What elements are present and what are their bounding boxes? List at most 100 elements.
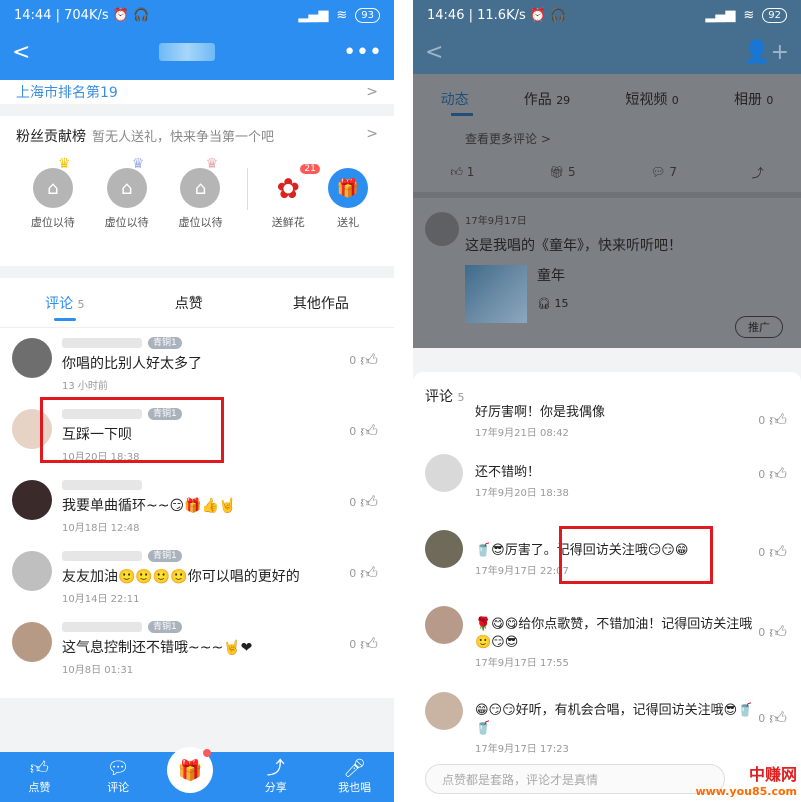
avatar[interactable] xyxy=(12,622,52,662)
tab-works[interactable]: 作品 29 xyxy=(524,89,570,109)
status-time: 14:46 xyxy=(427,7,465,23)
feed-like-button[interactable]: 👍︎ 1 xyxy=(450,165,474,180)
level-badge: 青铜1 xyxy=(148,550,182,562)
avatar[interactable] xyxy=(12,338,52,378)
more-button[interactable]: ••• xyxy=(343,40,382,65)
active-tab-indicator xyxy=(54,318,76,321)
comment-action-button[interactable]: 💬︎ 评论 xyxy=(88,759,148,795)
battery-icon: 92 xyxy=(762,7,787,23)
level-badge: 青铜1 xyxy=(148,337,182,349)
comment-item: 还不错哟！ 17年9月20日 18:38 0 👍︎ xyxy=(413,454,801,526)
like-button[interactable]: 0 👍︎ xyxy=(349,492,378,513)
bottom-action-bar: 👍︎ 点赞 💬︎ 评论 🎁 ⤴ 分享 🎤︎ 我也唱 xyxy=(0,747,394,802)
rank-text: 上海市排名第19 xyxy=(16,85,118,101)
feed-gift-button[interactable]: 🎁︎ 5 xyxy=(549,165,576,179)
tab-feed[interactable]: 动态 xyxy=(441,89,469,109)
comment-time: 17年9月21日 08:42 xyxy=(475,428,569,439)
avatar[interactable] xyxy=(425,530,463,568)
battery-icon: 93 xyxy=(355,7,380,23)
comment-item: 青铜1 你唱的比别人好太多了 13 小时前 0 👍︎ xyxy=(0,328,394,399)
post-text: 这是我唱的《童年》，快来听听吧！ xyxy=(465,238,682,254)
thumbs-up-icon: 👍︎ xyxy=(29,758,49,779)
comment-item: 😁😏😏好听，有机会合唱，记得回访关注哦😎🥤🥤 17年9月17日 17:23 0 👍… xyxy=(413,684,801,770)
song-name: 童年 xyxy=(537,268,565,284)
tab-likes[interactable]: 点赞 xyxy=(175,293,203,313)
fan-seat-3[interactable]: ♛ ⌂ 虚位以待 xyxy=(164,156,238,230)
crown-bronze-icon: ♛ xyxy=(205,156,219,172)
tab-videos[interactable]: 短视频 0 xyxy=(625,89,678,109)
tab-album-label: 相册 xyxy=(733,92,762,108)
like-button[interactable]: 0 👍︎ xyxy=(758,464,787,485)
comment-icon: 💬︎ xyxy=(650,165,666,179)
like-button[interactable]: 0 👍︎ xyxy=(758,622,787,643)
avatar[interactable] xyxy=(12,480,52,520)
fan-seat-1[interactable]: ♛ ⌂ 虚位以待 xyxy=(16,156,90,230)
like-count: 0 xyxy=(758,414,766,427)
fans-subtitle: 暂无人送礼，快来争当第一个吧 xyxy=(92,130,275,145)
avatar[interactable] xyxy=(425,454,463,492)
feed-post: 17年9月17日 这是我唱的《童年》，快来听听吧！ 童年 🎧︎ 15 推广 xyxy=(413,198,801,348)
sheet-title: 评论 xyxy=(425,389,453,405)
rank-row[interactable]: 上海市排名第19 > xyxy=(0,80,394,104)
sofa-icon: ⌂ xyxy=(32,168,73,208)
send-gift-button[interactable]: 🎁 送礼 xyxy=(318,168,378,230)
feed-share-button[interactable]: ⤴ xyxy=(752,164,764,181)
comment-input[interactable]: 点赞都是套路，评论才是真情 xyxy=(425,764,725,794)
feed-comment-button[interactable]: 💬︎ 7 xyxy=(650,165,677,179)
like-button[interactable]: 0 👍︎ xyxy=(349,563,378,584)
center-gift-button[interactable]: 🎁 xyxy=(166,747,227,793)
status-bar: 14:46 | 11.6K/s ⏰ 🎧 ▂▄▆ ≋ 92 xyxy=(413,0,801,30)
gift-icon: 🎁 xyxy=(166,747,213,793)
blurred-username xyxy=(62,480,142,490)
avatar[interactable] xyxy=(12,551,52,591)
promote-button[interactable]: 推广 xyxy=(735,316,783,338)
share-action-button[interactable]: ⤴ 分享 xyxy=(246,759,306,795)
tab-comments[interactable]: 评论 5 xyxy=(45,293,84,313)
fan-seat-2[interactable]: ♛ ⌂ 虚位以待 xyxy=(90,156,164,230)
left-phone-screen: 14:44 | 704K/s ⏰ 🎧 ▂▄▆ ≋ 93 < ••• 上海市排名第… xyxy=(0,0,394,802)
add-user-icon[interactable]: 👤+ xyxy=(743,40,789,65)
sofa-icon: ⌂ xyxy=(106,168,147,208)
avatar[interactable] xyxy=(425,212,459,246)
tab-comments-label: 评论 xyxy=(45,295,74,312)
send-flower-label: 送鲜花 xyxy=(271,216,305,229)
song-card[interactable]: 童年 🎧︎ 15 xyxy=(465,265,787,323)
like-button[interactable]: 0 👍︎ xyxy=(349,350,378,371)
comment-item: 🌹😋😋给你点歌赞，不错加油！记得回访关注哦🙂😏😎 17年9月17日 17:55 … xyxy=(413,598,801,684)
back-button[interactable]: < xyxy=(12,40,30,65)
thumbs-up-icon: 👍︎ xyxy=(769,411,787,431)
microphone-icon: 🎤︎ xyxy=(343,758,366,779)
avatar[interactable] xyxy=(425,692,463,730)
send-flower-button[interactable]: 21 ✿ 送鲜花 xyxy=(258,164,320,230)
sing-too-button[interactable]: 🎤︎ 我也唱 xyxy=(325,759,385,795)
comment-text: 这气息控制还不错哦~~~🤘❤ xyxy=(62,640,253,656)
like-button[interactable]: 0 👍︎ xyxy=(349,634,378,655)
like-count: 0 xyxy=(758,626,766,639)
like-button[interactable]: 0 👍︎ xyxy=(349,421,378,442)
signal-icon: ▂▄▆ xyxy=(298,7,329,23)
thumbs-up-icon: 👍︎ xyxy=(360,351,378,371)
thumbs-up-icon: 👍︎ xyxy=(360,493,378,513)
tab-other-works[interactable]: 其他作品 xyxy=(293,293,349,313)
like-button[interactable]: 0 👍︎ xyxy=(758,410,787,431)
thumbs-up-icon: 👍︎ xyxy=(450,164,463,179)
comment-item: 青铜1 这气息控制还不错哦~~~🤘❤ 10月8日 01:31 0 👍︎ xyxy=(0,612,394,683)
highlight-box xyxy=(40,397,224,463)
back-button[interactable]: < xyxy=(425,40,443,65)
crown-gold-icon: ♛ xyxy=(58,156,71,172)
like-button[interactable]: 0 👍︎ xyxy=(758,708,787,729)
like-action-button[interactable]: 👍︎ 点赞 xyxy=(9,759,69,795)
blurred-username xyxy=(62,622,142,632)
tab-album[interactable]: 相册 0 xyxy=(734,89,773,109)
thumbs-up-icon: 👍︎ xyxy=(769,709,787,729)
avatar[interactable] xyxy=(425,606,463,644)
comment-time: 10月8日 01:31 xyxy=(62,665,134,676)
chevron-right-icon[interactable]: > xyxy=(366,126,378,146)
comment-time: 13 小时前 xyxy=(62,381,108,392)
thumbs-up-icon: 👍︎ xyxy=(360,422,378,442)
like-count: 0 xyxy=(758,546,766,559)
like-button[interactable]: 0 👍︎ xyxy=(758,542,787,563)
comment-time: 17年9月17日 17:55 xyxy=(475,658,569,669)
wifi-icon: ≋ xyxy=(743,7,755,23)
more-comments-link[interactable]: 查看更多评论 > xyxy=(413,124,801,152)
